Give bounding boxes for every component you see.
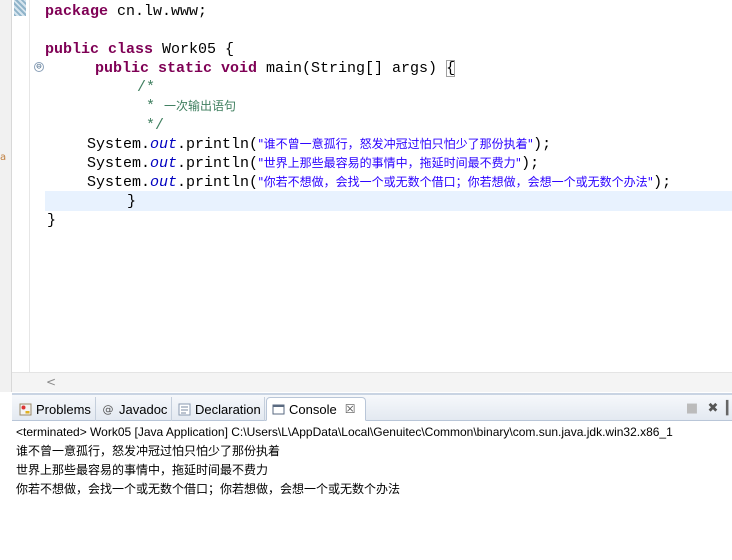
method-open-brace: { (446, 60, 456, 77)
package-name: cn.lw.www; (108, 3, 208, 20)
stmt-end: ); (533, 136, 552, 153)
comment-body: * 一次输出语句 (137, 97, 236, 116)
code-line-package: package cn.lw.www; (45, 2, 207, 21)
tab-javadoc-label: Javadoc (119, 401, 168, 417)
gutter-top-marker (14, 0, 26, 16)
out-field: out (150, 136, 178, 153)
panel-tab-bar: Problems @ Javadoc Declaration Console ☒… (12, 395, 732, 421)
code-editor[interactable]: ⊖ package cn.lw.www; public class Work05… (12, 0, 732, 392)
terminate-icon[interactable]: ■ (685, 401, 699, 416)
string-literal-1: "谁不曾一意孤行，怒发冲冠过怕只怕少了那份执着" (258, 137, 534, 151)
keyword-public-static-void: public static void (95, 60, 258, 77)
tab-declaration-label: Declaration (195, 401, 261, 417)
comment-open: /* (137, 79, 156, 96)
tab-problems[interactable]: Problems (14, 397, 96, 421)
more-icon[interactable]: ▎ (724, 401, 732, 416)
out-field: out (150, 174, 178, 191)
code-line-println-2: System.out.println("世界上那些最容易的事情中，拖延时间最不费… (87, 154, 539, 173)
method-close-brace: } (127, 193, 137, 210)
remove-launch-icon[interactable]: ✖ (706, 401, 720, 416)
println-call: .println( (177, 155, 259, 172)
console-icon (271, 402, 285, 416)
fold-collapse-icon[interactable]: ⊖ (34, 62, 44, 72)
problems-icon (18, 402, 32, 416)
scroll-left-arrow-icon[interactable]: < (46, 375, 56, 389)
tab-declaration[interactable]: Declaration (173, 397, 265, 421)
code-line-println-3: System.out.println("你若不想做，会找一个或无数个借口；你若想… (87, 173, 671, 192)
println-call: .println( (177, 136, 259, 153)
console-output-line-1: 谁不曾一意孤行，怒发冲冠过怕只怕少了那份执着 (16, 444, 281, 458)
close-console-icon[interactable]: ☒ (345, 402, 356, 416)
keyword-public-class: public class (45, 41, 154, 58)
println-call: .println( (177, 174, 259, 191)
system-ref: System. (87, 136, 151, 153)
class-close-brace: } (47, 212, 57, 229)
left-margin-strip: a (0, 0, 12, 392)
editor-horizontal-scrollbar[interactable]: < (12, 372, 732, 392)
terminated-status-line: <terminated> Work05 [Java Application] C… (16, 425, 673, 439)
keyword-package: package (45, 3, 109, 20)
class-name: Work05 { (153, 41, 235, 58)
method-signature: main(String[] args) (257, 60, 447, 77)
system-ref: System. (87, 174, 151, 191)
tab-problems-label: Problems (36, 401, 91, 417)
system-ref: System. (87, 155, 151, 172)
left-marker: a (0, 152, 7, 163)
tab-console-label: Console (289, 401, 337, 417)
at-icon: @ (102, 402, 114, 416)
editor-gutter (12, 0, 30, 372)
code-area[interactable]: package cn.lw.www; public class Work05 {… (45, 0, 732, 372)
comment-star: * (137, 98, 165, 115)
console-output-line-3: 你若不想做，会找一个或无数个借口；你若想做，会想一个或无数个办法 (16, 482, 401, 496)
code-line-class: public class Work05 { (45, 40, 234, 59)
declaration-icon (177, 402, 191, 416)
comment-close: */ (137, 117, 165, 134)
tab-console[interactable]: Console ☒ (266, 397, 366, 421)
code-line-method: public static void main(String[] args) { (95, 59, 456, 78)
code-line-println-1: System.out.println("谁不曾一意孤行，怒发冲冠过怕只怕少了那份… (87, 135, 551, 154)
tab-javadoc[interactable]: @ Javadoc (97, 397, 172, 421)
string-literal-2: "世界上那些最容易的事情中，拖延时间最不费力" (258, 156, 522, 170)
string-literal-3: "你若不想做，会找一个或无数个借口；你若想做，会想一个或无数个办法" (258, 175, 654, 189)
stmt-end: ); (521, 155, 540, 172)
bottom-panel: Problems @ Javadoc Declaration Console ☒… (12, 393, 732, 560)
stmt-end: ); (653, 174, 672, 191)
current-line-highlight (45, 191, 732, 211)
comment-text: 一次输出语句 (164, 99, 237, 113)
out-field: out (150, 155, 178, 172)
console-output-line-2: 世界上那些最容易的事情中，拖延时间最不费力 (16, 463, 269, 477)
